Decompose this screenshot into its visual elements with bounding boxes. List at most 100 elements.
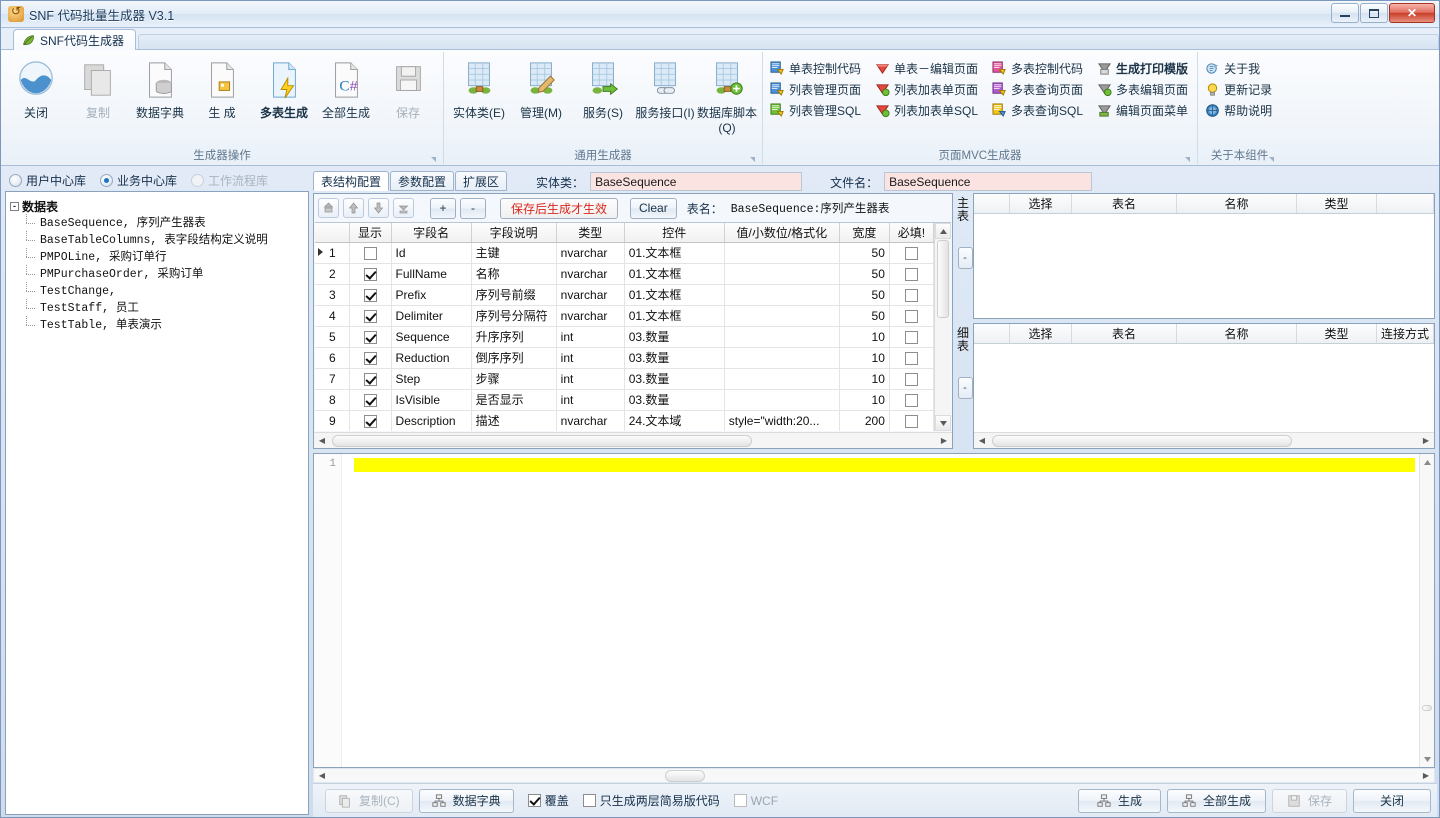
bottom-generate-all-button[interactable]: 全部生成 (1166, 788, 1266, 813)
scroll-left-icon[interactable]: ◀ (314, 771, 330, 780)
table-row[interactable]: 2 FullName 名称 nvarchar 01.文本框 50 (315, 263, 934, 285)
ribbon-button-list-manage-page[interactable]: 列表管理页面 (767, 79, 866, 99)
master-table-grid[interactable]: 选择 表名 名称 类型 (973, 193, 1435, 319)
cell-value[interactable] (724, 368, 840, 390)
code-editor[interactable]: 1 (313, 453, 1435, 768)
cell-width[interactable]: 50 (839, 242, 890, 264)
grid-hscroll-track[interactable] (330, 434, 936, 447)
cell-type[interactable]: nvarchar (556, 410, 625, 431)
editor-highlighted-line[interactable] (354, 458, 1415, 472)
cell-type[interactable]: int (556, 368, 625, 390)
ribbon-button-about-me[interactable]: 关于我 (1202, 58, 1277, 78)
table-row[interactable]: 3 Prefix 序列号前缀 nvarchar 01.文本框 50 (315, 284, 934, 306)
col-header-show[interactable]: 显示 (349, 223, 392, 243)
cell-field-name[interactable]: Sequence (391, 326, 472, 348)
cell-field-name[interactable]: FullName (391, 263, 472, 285)
dialog-launcher-icon[interactable] (1185, 157, 1191, 162)
ribbon-button-multi-table-control-code[interactable]: 多表控制代码 (989, 58, 1088, 78)
tree-item-pmpurchaseorder[interactable]: PMPurchaseOrder, 采购订单 (26, 265, 304, 283)
tree-collapse-icon[interactable]: - (10, 202, 19, 211)
ribbon-button-edit-page-menu[interactable]: 编辑页面菜单 (1094, 100, 1193, 120)
editor-vertical-scrollbar[interactable] (1419, 454, 1434, 767)
cell-control[interactable]: 03.数量 (624, 347, 725, 369)
ribbon-button-data-dictionary[interactable]: 数据字典 (129, 55, 191, 121)
scroll-down-icon[interactable] (1420, 751, 1434, 767)
ribbon-button-service[interactable]: 服务(S) (572, 55, 634, 121)
ribbon-button-entity-class[interactable]: 实体类(E) (448, 55, 510, 121)
cell-required[interactable] (889, 410, 934, 431)
scroll-right-icon[interactable]: ▶ (936, 436, 952, 445)
table-row[interactable]: 7 Step 步骤 int 03.数量 10 (315, 368, 934, 390)
cell-control[interactable]: 01.文本框 (624, 242, 725, 264)
bottom-save-button[interactable]: 保存 (1271, 788, 1347, 813)
tab-parameter-config[interactable]: 参数配置 (390, 171, 455, 191)
scroll-left-icon[interactable]: ◀ (314, 436, 330, 445)
detail-hscroll-track[interactable] (990, 434, 1418, 447)
ribbon-button-update-log[interactable]: 更新记录 (1202, 79, 1277, 99)
table-row[interactable]: 1 Id 主键 nvarchar 01.文本框 50 (315, 242, 934, 264)
detail-col-select[interactable]: 选择 (1010, 324, 1072, 343)
database-table-tree[interactable]: - 数据表 BaseSequence, 序列产生器表 BaseTableColu… (5, 191, 309, 815)
cell-row-index[interactable]: 8 (315, 389, 350, 411)
cell-width[interactable]: 200 (839, 410, 890, 431)
cell-required[interactable] (889, 305, 934, 327)
cell-control[interactable]: 03.数量 (624, 368, 725, 390)
detail-collapse-button[interactable]: - (957, 377, 973, 399)
cell-type[interactable]: nvarchar (556, 284, 625, 306)
detail-table-body[interactable] (974, 344, 1434, 432)
tree-item-teststaff[interactable]: TestStaff, 员工 (26, 299, 304, 317)
ribbon-button-generate-print-template[interactable]: 生成打印模版 (1094, 58, 1193, 78)
cell-row-index[interactable]: 1 (315, 242, 350, 264)
cell-row-index[interactable]: 4 (315, 305, 350, 327)
entity-class-input[interactable] (590, 172, 803, 191)
cell-width[interactable]: 50 (839, 284, 890, 306)
save-notice-button[interactable]: 保存后生成才生效 (500, 197, 619, 219)
cell-field-name[interactable]: Description (391, 410, 472, 431)
scroll-up-icon[interactable] (935, 223, 951, 239)
detail-col-type[interactable]: 类型 (1297, 324, 1377, 343)
table-row[interactable]: 8 IsVisible 是否显示 int 03.数量 10 (315, 389, 934, 411)
cell-control[interactable]: 01.文本框 (624, 263, 725, 285)
cell-field-name[interactable]: IsVisible (391, 389, 472, 411)
tab-table-structure-config[interactable]: 表结构配置 (313, 171, 390, 191)
cell-field-desc[interactable]: 序列号分隔符 (471, 305, 557, 327)
table-row[interactable]: 9 Description 描述 nvarchar 24.文本域 style="width… (315, 410, 934, 431)
cell-type[interactable]: int (556, 347, 625, 369)
cell-row-index[interactable]: 9 (315, 410, 350, 431)
col-header-required[interactable]: 必填! (889, 223, 934, 243)
ribbon-button-help[interactable]: 帮助说明 (1202, 100, 1277, 120)
radio-business-center-db[interactable]: 业务中心库 (100, 172, 187, 189)
tree-root-node[interactable]: - 数据表 (10, 198, 304, 215)
clear-button[interactable]: Clear (630, 197, 677, 219)
tree-item-testtable[interactable]: TestTable, 单表演示 (26, 316, 304, 334)
cell-field-name[interactable]: Reduction (391, 347, 472, 369)
cell-value[interactable] (724, 242, 840, 264)
col-header-desc[interactable]: 字段说明 (471, 223, 557, 243)
cell-show[interactable] (349, 263, 392, 285)
cell-value[interactable] (724, 347, 840, 369)
cell-field-name[interactable]: Prefix (391, 284, 472, 306)
checkbox-overwrite[interactable]: 覆盖 (527, 792, 569, 809)
bottom-data-dictionary-button[interactable]: 数据字典 (418, 788, 514, 813)
cell-value[interactable] (724, 263, 840, 285)
scroll-down-icon[interactable] (935, 415, 951, 431)
cell-show[interactable] (349, 284, 392, 306)
cell-required[interactable] (889, 263, 934, 285)
ribbon-button-single-table-edit-page[interactable]: 单表－编辑页面 (872, 58, 983, 78)
ribbon-button-multi-table-generate[interactable]: 多表生成 (253, 55, 315, 121)
tree-item-basetablecolumns[interactable]: BaseTableColumns, 表字段结构定义说明 (26, 231, 304, 249)
ribbon-button-multi-table-edit-page[interactable]: 多表编辑页面 (1094, 79, 1193, 99)
cell-field-desc[interactable]: 序列号前缀 (471, 284, 557, 306)
cell-row-index[interactable]: 5 (315, 326, 350, 348)
ribbon-button-save[interactable]: 保存 (377, 55, 439, 121)
cell-show[interactable] (349, 242, 392, 264)
cell-show[interactable] (349, 389, 392, 411)
col-header-width[interactable]: 宽度 (839, 223, 890, 243)
master-collapse-button[interactable]: - (957, 247, 973, 269)
checkbox-two-layer-simple-code[interactable]: 只生成两层简易版代码 (582, 792, 720, 809)
cell-width[interactable]: 50 (839, 305, 890, 327)
col-header-field[interactable]: 字段名 (391, 223, 472, 243)
grid-horizontal-scrollbar[interactable]: ◀ ▶ (314, 432, 952, 448)
detail-horizontal-scrollbar[interactable]: ◀ ▶ (974, 432, 1434, 448)
file-name-input[interactable] (884, 172, 1093, 191)
